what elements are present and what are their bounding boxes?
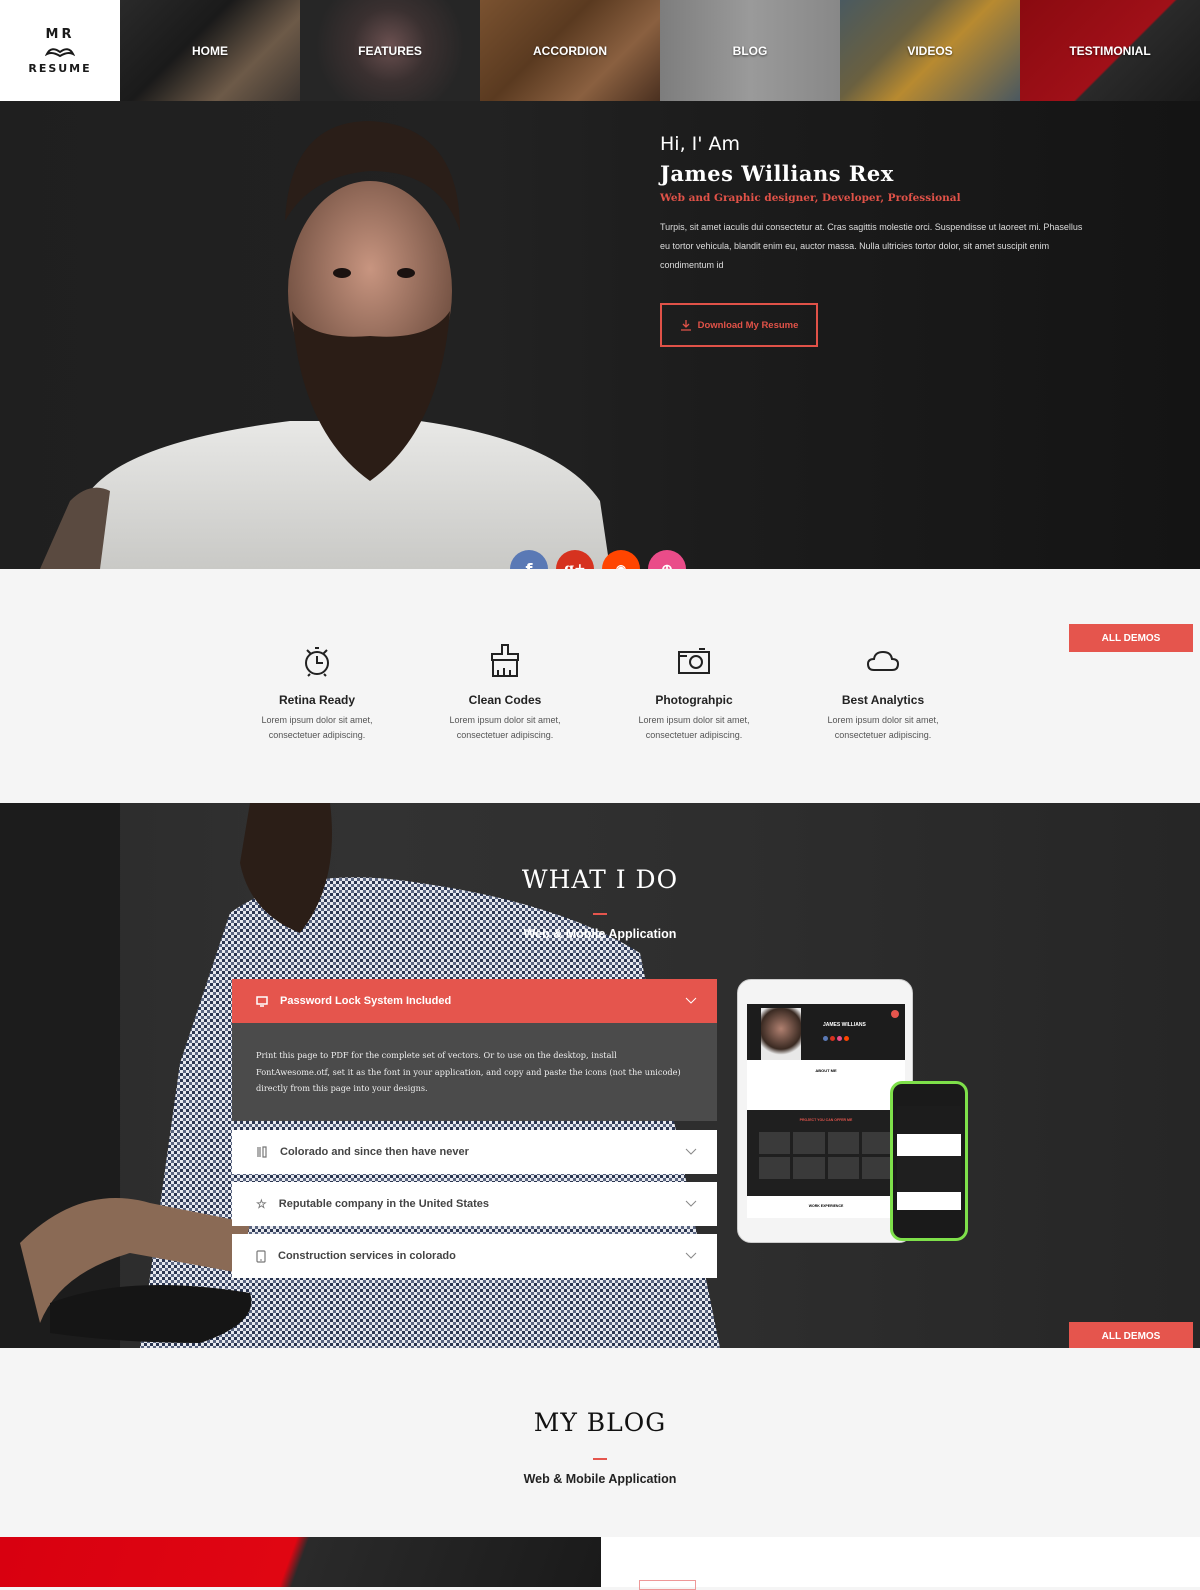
feature-desc: Lorem ipsum dolor sit amet, consectetuer … bbox=[449, 715, 561, 740]
nav-label: FEATURES bbox=[358, 43, 422, 58]
download-label: Download My Resume bbox=[697, 319, 799, 331]
nav-label: HOME bbox=[192, 43, 228, 58]
phone-screen bbox=[897, 1106, 961, 1210]
cloud-icon bbox=[866, 650, 900, 671]
download-icon bbox=[680, 320, 691, 331]
accordion-item-colorado: Colorado and since then have never bbox=[232, 1130, 717, 1174]
alarm-clock-icon bbox=[305, 647, 329, 677]
accordion-header[interactable]: ☆ Reputable company in the United States bbox=[232, 1182, 717, 1226]
chevron-down-icon bbox=[685, 1200, 697, 1207]
what-i-do-title: WHAT I DO bbox=[521, 865, 679, 894]
nav-features[interactable]: FEATURES bbox=[300, 0, 480, 101]
feature-analytics: Best Analytics Lorem ipsum dolor sit ame… bbox=[788, 643, 978, 743]
accordion-item-reputable: ☆ Reputable company in the United States bbox=[232, 1182, 717, 1226]
all-demos-button[interactable]: ALL DEMOS bbox=[1069, 624, 1193, 652]
hero-role: Web and Graphic designer, Developer, Pro… bbox=[660, 192, 961, 204]
features-section: Retina Ready Lorem ipsum dolor sit amet,… bbox=[0, 569, 1200, 803]
greeting: Hi, I' Am bbox=[660, 133, 741, 155]
nav-blog[interactable]: BLOG bbox=[660, 0, 840, 101]
hero-bio: Turpis, sit amet iaculis dui consectetur… bbox=[660, 222, 1083, 270]
nav-testimonial[interactable]: TESTIMONIAL bbox=[1020, 0, 1200, 101]
mustache-icon bbox=[45, 47, 75, 57]
title-divider bbox=[593, 1458, 607, 1460]
accordion-title: Reputable company in the United States bbox=[278, 1198, 490, 1210]
blog-subtitle: Web & Mobile Application bbox=[523, 1472, 677, 1486]
accordion-header[interactable]: Colorado and since then have never bbox=[232, 1130, 717, 1174]
accordion-title: Colorado and since then have never bbox=[280, 1146, 469, 1158]
logo-line2: RESUME bbox=[28, 61, 92, 75]
feature-retina: Retina Ready Lorem ipsum dolor sit amet,… bbox=[222, 643, 412, 743]
hero-name: James Willians Rex bbox=[660, 161, 894, 186]
mockup-work: WORK EXPERIENCE bbox=[808, 1204, 844, 1208]
camera-icon bbox=[678, 648, 710, 674]
mobile-icon bbox=[256, 1249, 266, 1263]
accordion-title: Password Lock System Included bbox=[280, 995, 452, 1007]
feature-title: Clean Codes bbox=[468, 693, 542, 707]
mockup-name: JAMES WILLIANS bbox=[823, 1022, 866, 1028]
nav-label: VIDEOS bbox=[907, 43, 953, 58]
tablet-screen: JAMES WILLIANS ABOUT ME PROJECT YOU CAN … bbox=[747, 1004, 905, 1218]
accordion-header[interactable]: Password Lock System Included bbox=[232, 979, 717, 1023]
accordion-item-construction: Construction services in colorado bbox=[232, 1234, 717, 1278]
accordion-body: Print this page to PDF for the complete … bbox=[232, 1023, 717, 1121]
feature-desc: Lorem ipsum dolor sit amet, consectetuer … bbox=[827, 715, 939, 740]
nav-home[interactable]: HOME bbox=[120, 0, 300, 101]
mockup-projects: PROJECT YOU CAN OFFER ME bbox=[799, 1118, 853, 1122]
feature-desc: Lorem ipsum dolor sit amet, consectetuer … bbox=[261, 715, 373, 740]
what-i-do-subtitle: Web & Mobile Application bbox=[523, 927, 677, 941]
tools-icon bbox=[257, 1146, 267, 1158]
nav-label: ACCORDION bbox=[533, 43, 607, 58]
title-divider bbox=[593, 913, 607, 915]
blog-title: MY BLOG bbox=[533, 1408, 667, 1437]
mockup-about: ABOUT ME bbox=[815, 1068, 837, 1073]
hero-text: Hi, I' Am James Willians Rex Web and Gra… bbox=[660, 133, 1090, 347]
feature-clean-codes: Clean Codes Lorem ipsum dolor sit amet, c… bbox=[410, 643, 600, 743]
nav-accordion[interactable]: ACCORDION bbox=[480, 0, 660, 101]
feature-title: Best Analytics bbox=[841, 693, 925, 707]
chevron-down-icon bbox=[685, 1148, 697, 1155]
feature-title: Photograhpic bbox=[655, 693, 733, 707]
phone-mockup bbox=[890, 1081, 968, 1241]
star-icon: ☆ bbox=[256, 1197, 267, 1211]
all-demos-button-2[interactable]: ALL DEMOS bbox=[1069, 1322, 1193, 1350]
chevron-down-icon bbox=[685, 997, 697, 1004]
accordion-title: Construction services in colorado bbox=[278, 1250, 456, 1262]
accordion-item-password-lock: Password Lock System Included Print this… bbox=[232, 979, 717, 1121]
top-nav: MR RESUME HOME FEATURES ACCORDION BLOG V… bbox=[0, 0, 1200, 101]
accordion-header[interactable]: Construction services in colorado bbox=[232, 1234, 717, 1278]
feature-title: Retina Ready bbox=[278, 693, 356, 707]
paint-brush-icon bbox=[491, 644, 519, 677]
tablet-mockup: JAMES WILLIANS ABOUT ME PROJECT YOU CAN … bbox=[737, 979, 913, 1243]
monitor-icon bbox=[256, 995, 268, 1007]
hero-section: Hi, I' Am James Willians Rex Web and Gra… bbox=[0, 101, 1200, 569]
nav-label: TESTIMONIAL bbox=[1069, 43, 1151, 58]
chevron-down-icon bbox=[685, 1252, 697, 1259]
hero-portrait-image bbox=[40, 121, 610, 569]
blog-post-image[interactable] bbox=[0, 1537, 601, 1587]
feature-photographic: Photograhpic Lorem ipsum dolor sit amet,… bbox=[599, 643, 789, 743]
nav-videos[interactable]: VIDEOS bbox=[840, 0, 1020, 101]
feature-desc: Lorem ipsum dolor sit amet, consectetuer … bbox=[638, 715, 750, 740]
nav-label: BLOG bbox=[732, 43, 768, 58]
logo[interactable]: MR RESUME bbox=[0, 0, 120, 101]
logo-line1: MR bbox=[45, 26, 75, 42]
blog-post-tag[interactable] bbox=[639, 1580, 696, 1590]
download-resume-button[interactable]: Download My Resume bbox=[660, 303, 818, 347]
